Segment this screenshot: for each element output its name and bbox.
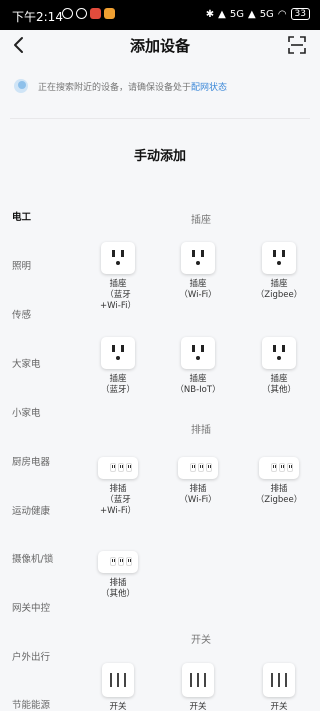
category-item-camera-lock[interactable]: 摄像机/锁 <box>12 551 53 565</box>
device-strip-ble-wifi[interactable]: 排插 （蓝牙 +Wi-Fi） <box>88 452 148 517</box>
group-title-switch: 开关 <box>191 635 211 646</box>
search-status-banner: 正在搜索附近的设备，请确保设备处于配网状态 <box>10 70 310 102</box>
header: 添加设备 <box>0 30 320 60</box>
device-socket-zigbee[interactable]: 插座 （Zigbee） <box>249 242 309 301</box>
app-notification-icon-2 <box>104 8 115 19</box>
page-title: 添加设备 <box>129 37 190 55</box>
group-title-socket: 插座 <box>191 215 211 226</box>
power-strip-icon <box>98 457 138 479</box>
battery-icon: 33 <box>290 8 310 20</box>
pairing-mode-link[interactable]: 配网状态 <box>191 83 227 93</box>
alarm-icon <box>76 8 87 19</box>
device-socket-nbiot[interactable]: 插座 （NB-IoT） <box>168 337 228 396</box>
device-label: 插座 （Zigbee） <box>255 279 303 300</box>
device-label: 插座 （蓝牙） <box>100 374 135 395</box>
status-bar: 下午2:14 ✱ ▲ 5G ▲ 5G ◠ 33 <box>0 0 320 30</box>
socket-icon <box>262 242 296 274</box>
switch-icon <box>102 663 134 697</box>
category-item-outdoor[interactable]: 户外出行 <box>12 649 50 663</box>
record-icon <box>62 8 73 19</box>
signal-icon: ▲ <box>218 8 226 20</box>
network-label: 5G <box>229 8 244 20</box>
power-strip-icon <box>178 457 218 479</box>
category-item-electrical[interactable]: 电工 <box>12 209 31 223</box>
device-label: 开关 <box>189 702 207 711</box>
scan-icon <box>288 36 306 54</box>
manual-add-heading: 手动添加 <box>133 149 186 164</box>
divider <box>10 118 310 119</box>
device-socket-wifi[interactable]: 插座 （Wi-Fi） <box>168 242 228 301</box>
device-label: 排插 （Wi-Fi） <box>179 484 217 505</box>
scan-button[interactable] <box>288 36 306 54</box>
device-label: 插座 （Wi-Fi） <box>179 279 217 300</box>
category-item-gateway[interactable]: 网关中控 <box>12 600 50 614</box>
app-notification-icon <box>90 8 101 19</box>
category-item-fitness[interactable]: 运动健康 <box>12 503 50 517</box>
device-switch-2[interactable]: 开关 <box>168 663 228 711</box>
network-label-2: 5G <box>259 8 274 20</box>
status-right: ✱ ▲ 5G ▲ 5G ◠ 33 <box>206 8 310 20</box>
device-label: 插座 （其他） <box>261 374 296 395</box>
category-item-small-appliance[interactable]: 小家电 <box>12 405 41 419</box>
status-time: 下午2:14 <box>12 10 63 24</box>
device-strip-wifi[interactable]: 排插 （Wi-Fi） <box>168 452 228 506</box>
category-item-lighting[interactable]: 照明 <box>12 258 31 272</box>
searching-icon <box>14 79 28 93</box>
wifi-icon: ◠ <box>277 8 287 20</box>
category-item-sensor[interactable]: 传感 <box>12 307 31 321</box>
socket-icon <box>101 242 135 274</box>
device-switch-3[interactable]: 开关 <box>249 663 309 711</box>
power-strip-icon <box>259 457 299 479</box>
bluetooth-icon: ✱ <box>205 8 215 20</box>
search-status-text: 正在搜索附近的设备，请确保设备处于 <box>38 83 192 93</box>
category-item-energy[interactable]: 节能能源 <box>12 697 50 711</box>
device-label: 开关 <box>270 702 288 711</box>
signal-icon-2: ▲ <box>247 8 256 20</box>
socket-icon <box>181 337 215 369</box>
socket-icon <box>181 242 215 274</box>
device-label: 排插 （蓝牙 +Wi-Fi） <box>100 484 136 516</box>
device-label: 插座 （NB-IoT） <box>175 374 221 395</box>
category-item-kitchen[interactable]: 厨房电器 <box>12 454 50 468</box>
notification-icons <box>62 8 115 19</box>
device-switch-1[interactable]: 开关 <box>88 663 148 711</box>
power-strip-icon <box>98 551 138 573</box>
device-strip-other[interactable]: 排插 （其他） <box>88 546 148 600</box>
device-label: 排插 （其他） <box>100 578 135 599</box>
device-socket-ble-wifi[interactable]: 插座 （蓝牙 +Wi-Fi） <box>88 242 148 312</box>
socket-icon <box>101 337 135 369</box>
category-item-large-appliance[interactable]: 大家电 <box>12 356 41 370</box>
switch-icon <box>263 663 295 697</box>
device-label: 插座 （蓝牙 +Wi-Fi） <box>100 279 136 311</box>
switch-icon <box>182 663 214 697</box>
device-strip-zigbee[interactable]: 排插 （Zigbee） <box>249 452 309 506</box>
socket-icon <box>262 337 296 369</box>
device-socket-ble[interactable]: 插座 （蓝牙） <box>88 337 148 396</box>
device-label: 开关 <box>109 702 127 711</box>
device-socket-other[interactable]: 插座 （其他） <box>249 337 309 396</box>
group-title-strip: 排插 <box>191 425 211 436</box>
device-label: 排插 （Zigbee） <box>255 484 303 505</box>
